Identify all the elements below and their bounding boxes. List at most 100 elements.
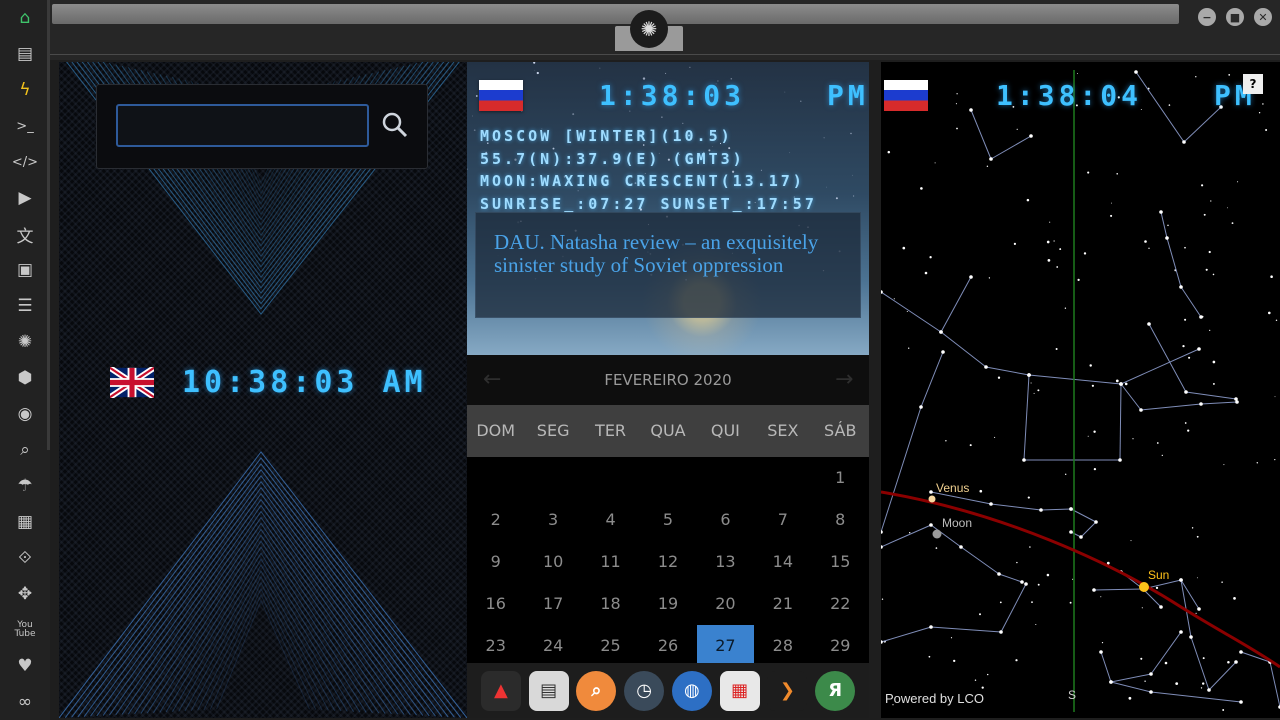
calendar-day[interactable]: 14 (754, 541, 811, 583)
world-clock-panel: 10:38:03 AM (59, 62, 467, 718)
code-icon[interactable]: </> (0, 144, 50, 180)
calendar-day[interactable]: 28 (754, 625, 811, 667)
star (999, 601, 1002, 604)
star (950, 637, 953, 639)
star (1027, 373, 1031, 377)
yandex-app-icon[interactable]: Я (815, 670, 856, 711)
star (1053, 240, 1055, 242)
calendar-day-today[interactable]: 27 (696, 625, 755, 667)
address-bar[interactable] (52, 4, 1179, 24)
star (1147, 322, 1151, 326)
calendar-day[interactable]: 24 (524, 625, 581, 667)
calendar-day[interactable]: 9 (467, 541, 524, 583)
globe-icon[interactable]: ◉ (0, 396, 50, 432)
search-icon[interactable] (379, 109, 411, 141)
calendar-day[interactable]: 10 (524, 541, 581, 583)
star (1118, 458, 1122, 462)
ecliptic-line (881, 490, 1280, 669)
star (1016, 128, 1018, 130)
search-app-icon[interactable]: ⌕ (576, 670, 617, 711)
calendar-app-icon[interactable]: ▦ (719, 670, 760, 711)
lightning-icon[interactable]: ϟ (0, 72, 50, 108)
constellation-line (920, 351, 944, 408)
calendar-day[interactable]: 11 (582, 541, 639, 583)
star (1128, 696, 1132, 700)
contact-icon[interactable]: ▦ (0, 504, 50, 540)
link-icon[interactable]: ⟐ (0, 540, 50, 576)
search-icon[interactable]: ⌕ (0, 432, 50, 468)
calendar-day[interactable]: 7 (754, 499, 811, 541)
calendar-day[interactable]: 21 (754, 583, 811, 625)
calendar-day[interactable]: 13 (697, 541, 754, 583)
star (994, 436, 996, 438)
sidebar-scrollbar[interactable] (47, 0, 50, 450)
calendar-day[interactable]: 29 (812, 625, 869, 667)
youtube-icon[interactable]: You Tube (0, 612, 50, 648)
rebel-alliance-logo[interactable]: ✺ (630, 10, 668, 48)
expand-icon[interactable]: ✥ (0, 576, 50, 612)
close-button[interactable]: ✕ (1254, 8, 1272, 26)
heart-icon[interactable]: ♥ (0, 648, 50, 684)
rebel-icon[interactable]: ✺ (0, 324, 50, 360)
star (1197, 607, 1201, 611)
clock-app-icon[interactable]: ◷ (624, 670, 665, 711)
news-card[interactable]: DAU. Natasha review – an exquisitely sin… (475, 212, 861, 318)
star (1124, 382, 1128, 386)
minimize-button[interactable]: − (1198, 8, 1216, 26)
calendar-day[interactable]: 15 (812, 541, 869, 583)
translate-icon[interactable]: 文 (0, 216, 50, 252)
powered-by-text[interactable]: Powered by LCO (885, 691, 984, 706)
star (1221, 581, 1223, 583)
star (945, 440, 947, 442)
constellation-line (1119, 383, 1122, 461)
terminal-icon[interactable]: >_ (0, 108, 50, 144)
star (1207, 688, 1211, 692)
help-button[interactable]: ? (1243, 74, 1263, 94)
calendar-day[interactable]: 20 (697, 583, 754, 625)
document-icon[interactable]: ▤ (0, 36, 50, 72)
calendar-day[interactable]: 4 (582, 499, 639, 541)
calendar-day[interactable]: 17 (524, 583, 581, 625)
calendar-day[interactable]: 5 (639, 499, 696, 541)
next-month-icon[interactable]: → (835, 367, 853, 392)
calendar-day[interactable]: 18 (582, 583, 639, 625)
home-icon[interactable]: ⌂ (0, 0, 50, 36)
play-icon[interactable]: ▶ (0, 180, 50, 216)
image-icon[interactable]: ▣ (0, 252, 50, 288)
weekday-4: QUI (710, 421, 740, 440)
umbrella-icon[interactable]: ☂ (0, 468, 50, 504)
star (1156, 442, 1159, 444)
calendar-day[interactable]: 3 (524, 499, 581, 541)
calendar-day[interactable]: 25 (582, 625, 639, 667)
calendar-day[interactable]: 19 (639, 583, 696, 625)
calendar-day[interactable]: 1 (812, 457, 869, 499)
calendar-day[interactable]: 16 (467, 583, 524, 625)
sky-map-panel[interactable]: 1:38:04 PM Venus Moon Sun S Powered by L… (881, 62, 1280, 718)
browser-app-icon[interactable]: ◍ (671, 670, 712, 711)
app-red-icon[interactable]: ▲ (480, 670, 521, 711)
search-input[interactable] (116, 104, 369, 147)
star (1115, 379, 1119, 383)
arrow-app-icon[interactable]: ❯ (767, 670, 808, 711)
news-app-icon[interactable]: ▤ (528, 670, 569, 711)
maximize-button[interactable]: ■ (1226, 8, 1244, 26)
newspaper-icon[interactable]: ☰ (0, 288, 50, 324)
star-map[interactable] (881, 62, 1280, 718)
star (1110, 202, 1112, 204)
star (1227, 207, 1228, 209)
calendar-day[interactable]: 8 (812, 499, 869, 541)
pyramid-line (216, 599, 310, 710)
calendar-day[interactable]: 22 (812, 583, 869, 625)
star (1270, 275, 1273, 278)
calendar-day[interactable]: 6 (697, 499, 754, 541)
constellation-line (1093, 588, 1144, 591)
star (1024, 582, 1028, 586)
calendar-day[interactable]: 2 (467, 499, 524, 541)
calendar-day[interactable]: 23 (467, 625, 524, 667)
cube-icon[interactable]: ⬢ (0, 360, 50, 396)
news-title[interactable]: DAU. Natasha review – an exquisitely sin… (494, 231, 842, 277)
calendar-day[interactable]: 26 (639, 625, 696, 667)
divider (50, 54, 1280, 55)
infinity-icon[interactable]: ∞ (0, 684, 50, 720)
calendar-day[interactable]: 12 (639, 541, 696, 583)
